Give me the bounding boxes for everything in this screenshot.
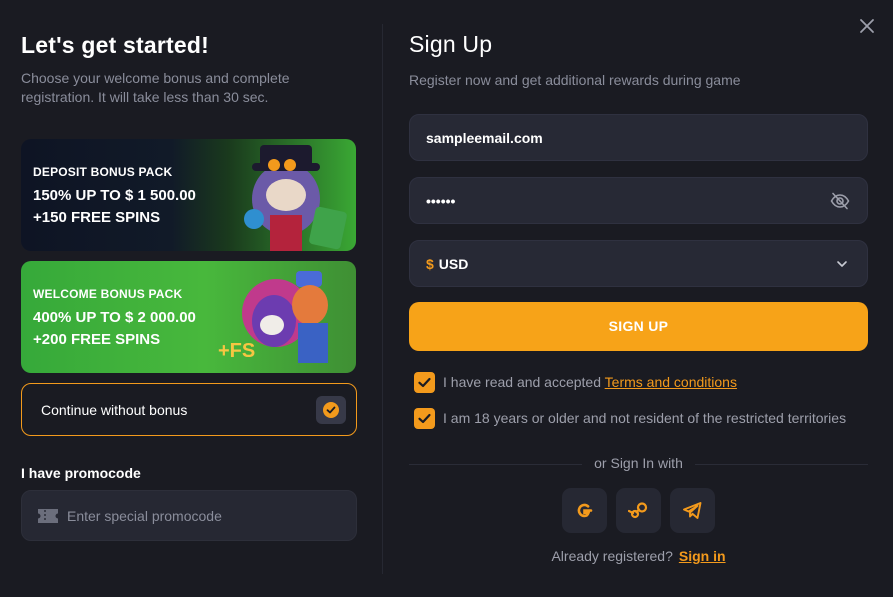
google-icon <box>577 503 593 518</box>
telegram-login-button[interactable] <box>670 488 715 533</box>
currency-select[interactable]: $ USD <box>409 240 868 287</box>
sign-in-link[interactable]: Sign in <box>679 548 726 564</box>
deposit-bonus-card[interactable]: DEPOSIT BONUS PACK 150% UP TO $ 1 500.00… <box>21 139 356 251</box>
bonus-amount: 150% UP TO $ 1 500.00 <box>33 187 196 204</box>
steam-login-button[interactable] <box>616 488 661 533</box>
terms-text: I have read and accepted <box>443 374 605 390</box>
password-value: •••••• <box>426 193 456 209</box>
continue-without-bonus-label: Continue without bonus <box>41 402 188 418</box>
svg-text:+FS: +FS <box>218 340 255 362</box>
checkmark-circle-icon <box>323 402 339 418</box>
signup-panel: Sign Up Register now and get additional … <box>409 0 868 597</box>
signup-subtitle: Register now and get additional rewards … <box>409 72 741 88</box>
currency-symbol: $ <box>426 256 434 272</box>
bonus-pack-title: DEPOSIT BONUS PACK <box>33 165 173 179</box>
password-field[interactable]: •••••• <box>409 177 868 224</box>
steam-icon <box>628 502 648 519</box>
raccoon-mascot-illustration <box>244 145 347 251</box>
bonus-panel: Let's get started! Choose your welcome b… <box>0 0 382 597</box>
signup-title: Sign Up <box>409 31 493 57</box>
age-text: I am 18 years or older and not resident … <box>443 410 847 426</box>
google-login-button[interactable] <box>562 488 607 533</box>
promocode-label: I have promocode <box>21 465 141 481</box>
bonus-pack-title: WELCOME BONUS PACK <box>33 287 183 301</box>
already-registered: Already registered? Sign in <box>409 548 868 564</box>
bonus-spins: +150 FREE SPINS <box>33 209 161 226</box>
terms-agreement: I have read and accepted Terms and condi… <box>409 372 868 395</box>
chevron-down-icon <box>837 261 847 267</box>
currency-code: USD <box>438 256 469 272</box>
or-divider: or Sign In with <box>409 455 868 474</box>
terms-checkbox[interactable] <box>414 372 435 393</box>
bonus-spins: +200 FREE SPINS <box>33 331 161 348</box>
currency-value: $ USD <box>426 256 468 272</box>
or-sign-in-text: or Sign In with <box>582 455 695 471</box>
selected-indicator <box>316 396 346 424</box>
panel-divider <box>382 24 383 574</box>
already-registered-text: Already registered? <box>551 548 673 564</box>
promocode-field[interactable] <box>21 490 357 541</box>
left-subtitle: Choose your welcome bonus and complete r… <box>21 70 290 105</box>
age-checkbox[interactable] <box>414 408 435 429</box>
ticket-icon <box>38 509 58 523</box>
bonus-amount: 400% UP TO $ 2 000.00 <box>33 309 196 326</box>
checkmark-icon <box>418 377 431 388</box>
social-login-buttons <box>409 488 868 533</box>
left-title: Let's get started! <box>21 32 209 58</box>
checkmark-icon <box>418 413 431 424</box>
welcome-bonus-card[interactable]: WELCOME BONUS PACK 400% UP TO $ 2 000.00… <box>21 261 356 373</box>
continue-without-bonus-option[interactable]: Continue without bonus <box>21 383 357 436</box>
eye-slash-icon[interactable] <box>830 192 850 210</box>
raccoon-clown-illustration: +FS <box>218 271 328 363</box>
sign-up-button[interactable]: SIGN UP <box>409 302 868 351</box>
telegram-icon <box>683 502 702 519</box>
email-field[interactable]: sampleemail.com <box>409 114 868 161</box>
promocode-input[interactable] <box>67 491 347 540</box>
age-agreement: I am 18 years or older and not resident … <box>409 408 868 431</box>
terms-link[interactable]: Terms and conditions <box>605 374 737 390</box>
email-value: sampleemail.com <box>426 130 543 146</box>
